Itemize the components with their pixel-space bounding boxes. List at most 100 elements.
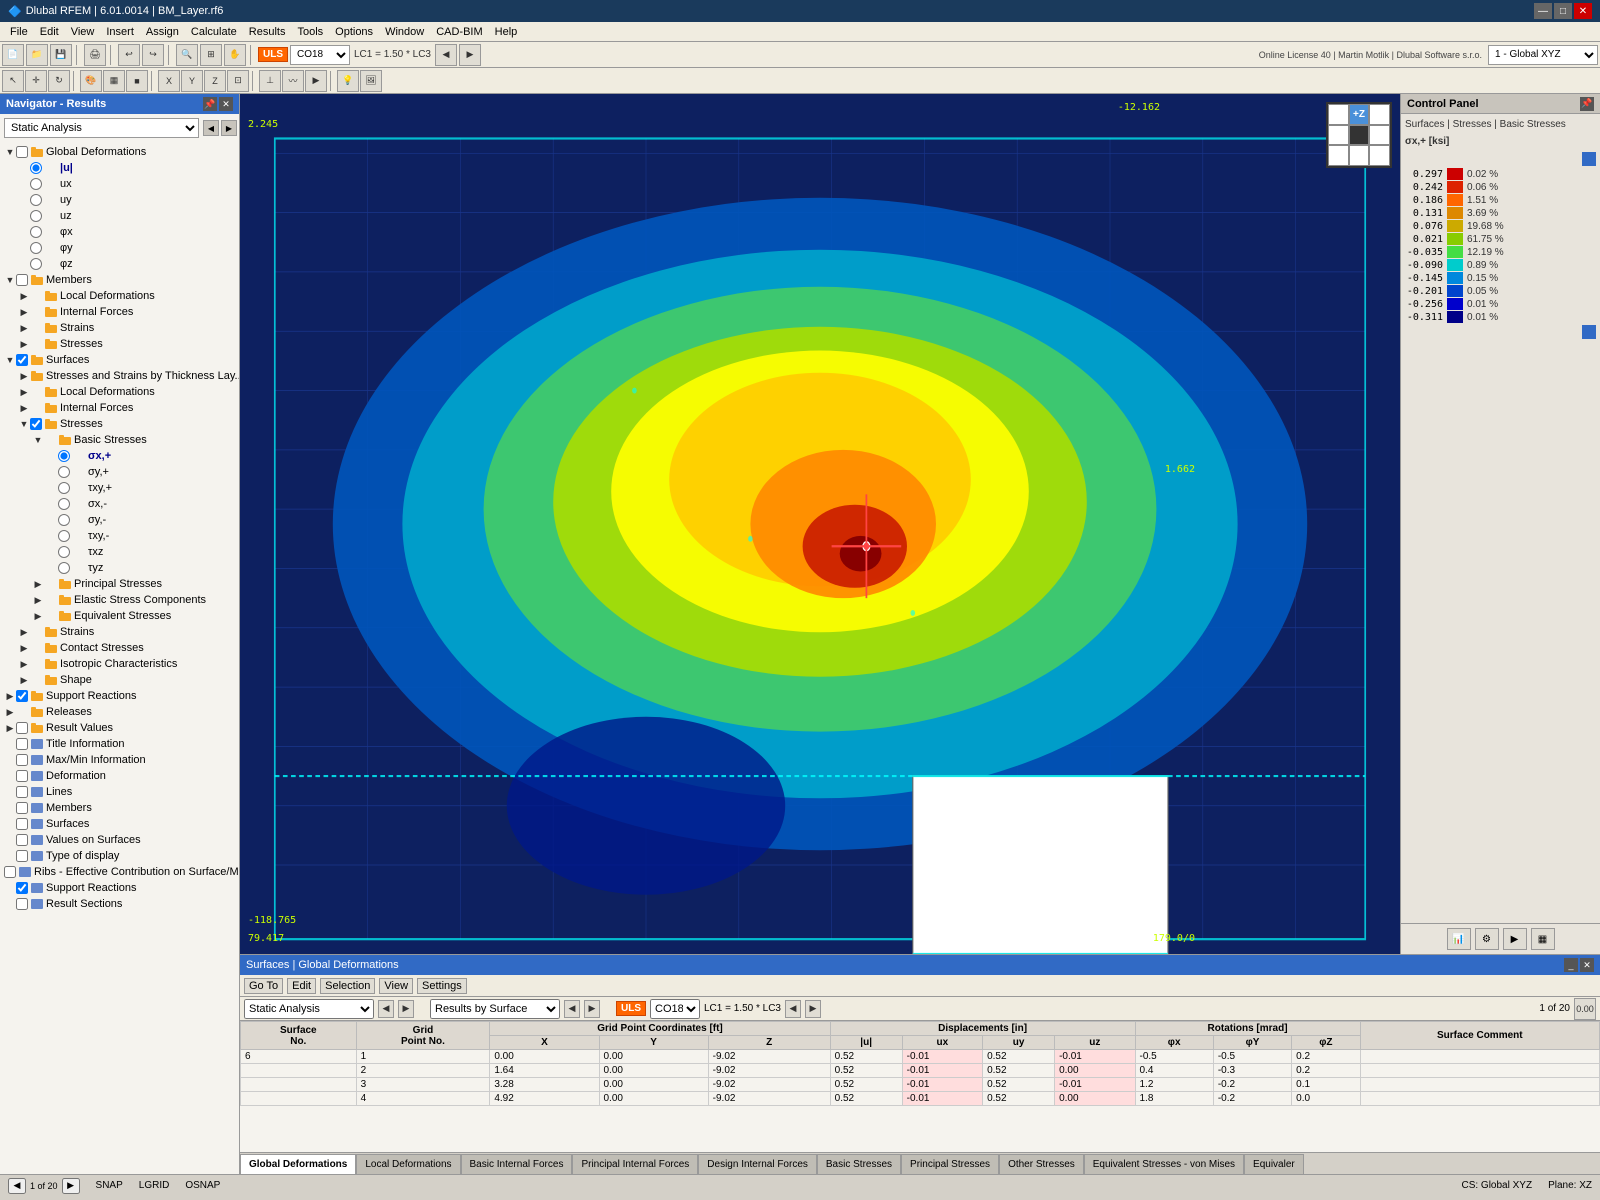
tree-toggle-28[interactable]: ▶ — [32, 594, 44, 606]
bottom-tab-5[interactable]: Basic Stresses — [817, 1154, 901, 1174]
menu-item-assign[interactable]: Assign — [140, 22, 185, 42]
bp-prev-button[interactable]: ◀ — [378, 1000, 394, 1018]
save-button[interactable]: 💾 — [50, 44, 72, 66]
tree-item-16[interactable]: ▶Internal Forces — [2, 400, 237, 416]
menu-item-file[interactable]: File — [4, 22, 34, 42]
tree-radio-2[interactable] — [30, 178, 42, 190]
tree-toggle-36[interactable]: ▶ — [4, 722, 16, 734]
tree-checkbox-40[interactable] — [16, 786, 28, 798]
tree-item-47[interactable]: Result Sections — [2, 896, 237, 912]
bottom-tab-3[interactable]: Principal Internal Forces — [572, 1154, 698, 1174]
tree-item-11[interactable]: ▶Strains — [2, 320, 237, 336]
osnap-label[interactable]: OSNAP — [185, 1180, 220, 1191]
redo-button[interactable]: ↪ — [142, 44, 164, 66]
bottom-tab-0[interactable]: Global Deformations — [240, 1154, 356, 1174]
tree-item-25[interactable]: τxz — [2, 544, 237, 560]
undo-button[interactable]: ↩ — [118, 44, 140, 66]
tree-item-34[interactable]: ▶Support Reactions — [2, 688, 237, 704]
bottom-tab-4[interactable]: Design Internal Forces — [698, 1154, 817, 1174]
tree-radio-22[interactable] — [58, 498, 70, 510]
tree-item-7[interactable]: φz — [2, 256, 237, 272]
tree-item-42[interactable]: Surfaces — [2, 816, 237, 832]
tree-item-30[interactable]: ▶Strains — [2, 624, 237, 640]
tree-item-45[interactable]: Ribs - Effective Contribution on Surface… — [2, 864, 237, 880]
tree-item-2[interactable]: ux — [2, 176, 237, 192]
menu-item-results[interactable]: Results — [243, 22, 292, 42]
bottom-tab-8[interactable]: Equivalent Stresses - von Mises — [1084, 1154, 1244, 1174]
iso-button[interactable]: ⊡ — [227, 70, 249, 92]
zoom-window-button[interactable]: ⊞ — [200, 44, 222, 66]
tree-toggle-10[interactable]: ▶ — [18, 306, 30, 318]
tree-radio-21[interactable] — [58, 482, 70, 494]
bp-minimize-button[interactable]: _ — [1564, 958, 1578, 972]
tree-toggle-33[interactable]: ▶ — [18, 674, 30, 686]
next-lc-button[interactable]: ▶ — [459, 44, 481, 66]
tree-checkbox-47[interactable] — [16, 898, 28, 910]
bottom-tab-2[interactable]: Basic Internal Forces — [461, 1154, 573, 1174]
tree-toggle-8[interactable]: ▼ — [4, 274, 16, 286]
tree-item-1[interactable]: |u| — [2, 160, 237, 176]
tree-toggle-27[interactable]: ▶ — [32, 578, 44, 590]
tree-item-14[interactable]: ▶Stresses and Strains by Thickness Lay..… — [2, 368, 237, 384]
tree-item-8[interactable]: ▼Members — [2, 272, 237, 288]
tree-item-39[interactable]: Deformation — [2, 768, 237, 784]
tree-item-31[interactable]: ▶Contact Stresses — [2, 640, 237, 656]
analysis-dropdown[interactable]: Static Analysis — [244, 999, 374, 1019]
open-button[interactable]: 📁 — [26, 44, 48, 66]
tree-item-28[interactable]: ▶Elastic Stress Components — [2, 592, 237, 608]
tree-item-24[interactable]: τxy,- — [2, 528, 237, 544]
deform-button[interactable]: 〰 — [282, 70, 304, 92]
tree-item-12[interactable]: ▶Stresses — [2, 336, 237, 352]
nav-close-button[interactable]: ✕ — [219, 97, 233, 111]
tree-item-21[interactable]: τxy,+ — [2, 480, 237, 496]
cp-more-button[interactable]: ▶ — [1503, 928, 1527, 950]
tree-toggle-18[interactable]: ▼ — [32, 434, 44, 446]
tree-toggle-9[interactable]: ▶ — [18, 290, 30, 302]
bp-prev3-button[interactable]: ◀ — [785, 1000, 801, 1018]
animate-button[interactable]: ▶ — [305, 70, 327, 92]
nav-pin-button[interactable]: 📌 — [203, 97, 217, 111]
tree-toggle-29[interactable]: ▶ — [32, 610, 44, 622]
tree-toggle-17[interactable]: ▼ — [18, 418, 30, 430]
tree-item-9[interactable]: ▶Local Deformations — [2, 288, 237, 304]
print-button[interactable]: 🖨 — [84, 44, 106, 66]
nav-next-button[interactable]: ▶ — [221, 120, 237, 136]
tree-checkbox-37[interactable] — [16, 738, 28, 750]
x-axis-button[interactable]: X — [158, 70, 180, 92]
new-button[interactable]: 📄 — [2, 44, 24, 66]
menu-item-calculate[interactable]: Calculate — [185, 22, 243, 42]
tree-toggle-31[interactable]: ▶ — [18, 642, 30, 654]
tree-item-46[interactable]: Support Reactions — [2, 880, 237, 896]
light-button[interactable]: 💡 — [337, 70, 359, 92]
tree-toggle-13[interactable]: ▼ — [4, 354, 16, 366]
cp-settings-button[interactable]: ⚙ — [1475, 928, 1499, 950]
tree-radio-25[interactable] — [58, 546, 70, 558]
tree-checkbox-36[interactable] — [16, 722, 28, 734]
tree-toggle-15[interactable]: ▶ — [18, 386, 30, 398]
tree-radio-7[interactable] — [30, 258, 42, 270]
cp-grid-button[interactable]: ▦ — [1531, 928, 1555, 950]
tree-radio-19[interactable] — [58, 450, 70, 462]
tree-toggle-16[interactable]: ▶ — [18, 402, 30, 414]
tree-item-5[interactable]: φx — [2, 224, 237, 240]
tree-item-18[interactable]: ▼Basic Stresses — [2, 432, 237, 448]
tree-item-41[interactable]: Members — [2, 800, 237, 816]
nav-prev-button[interactable]: ◀ — [203, 120, 219, 136]
cp-pin-button[interactable]: 📌 — [1580, 97, 1594, 111]
minimize-button[interactable]: — — [1534, 3, 1552, 19]
tree-radio-23[interactable] — [58, 514, 70, 526]
status-prev-button[interactable]: ◀ — [8, 1178, 26, 1194]
maximize-button[interactable]: □ — [1554, 3, 1572, 19]
section-button[interactable]: ⊥ — [259, 70, 281, 92]
tree-checkbox-8[interactable] — [16, 274, 28, 286]
axis-combo[interactable]: 1 - Global XYZ — [1488, 45, 1598, 65]
tree-item-17[interactable]: ▼Stresses — [2, 416, 237, 432]
menu-item-help[interactable]: Help — [489, 22, 524, 42]
tree-checkbox-43[interactable] — [16, 834, 28, 846]
tree-checkbox-0[interactable] — [16, 146, 28, 158]
tree-checkbox-42[interactable] — [16, 818, 28, 830]
tree-item-20[interactable]: σy,+ — [2, 464, 237, 480]
bottom-tab-6[interactable]: Principal Stresses — [901, 1154, 999, 1174]
co-combo[interactable]: CO18 — [290, 45, 350, 65]
3d-viewport[interactable]: -12.162 2.245 1.662 -118.765 79.417 179.… — [240, 94, 1400, 954]
